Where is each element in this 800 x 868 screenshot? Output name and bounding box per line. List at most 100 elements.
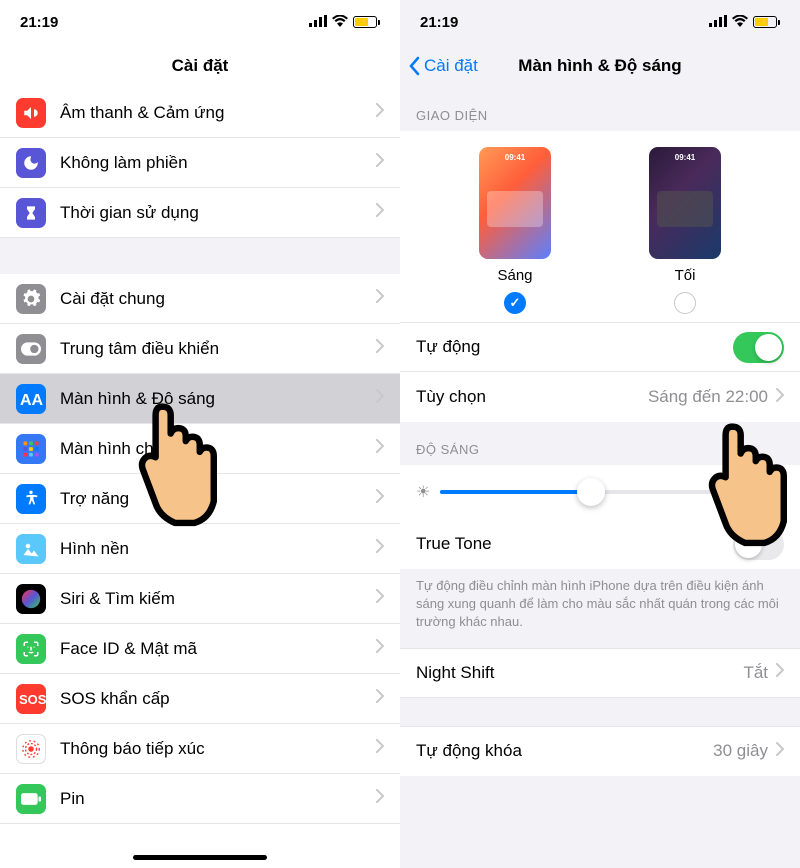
sun-small-icon: ☀ <box>416 482 430 502</box>
appearance-light-option[interactable]: 09:41 Sáng <box>479 147 551 314</box>
sos-icon: SOS <box>16 684 46 714</box>
light-radio[interactable] <box>504 292 526 314</box>
chevron-right-icon <box>376 103 384 122</box>
row-label: Không làm phiền <box>60 153 376 173</box>
home-indicator <box>133 855 267 860</box>
nav-bar: Cài đặt Màn hình & Độ sáng <box>400 44 800 88</box>
appearance-dark-option[interactable]: 09:41 Tối <box>649 147 721 314</box>
chevron-right-icon <box>376 339 384 358</box>
faceid-icon <box>16 634 46 664</box>
row-label: Màn hình & Độ sáng <box>60 389 376 409</box>
truetone-toggle[interactable] <box>733 529 784 560</box>
chevron-right-icon <box>376 389 384 408</box>
options-value: Sáng đến 22:00 <box>648 387 768 407</box>
signal-icon <box>309 14 327 31</box>
chevron-right-icon <box>376 539 384 558</box>
moon-icon <box>16 148 46 178</box>
row-label: Face ID & Mật mã <box>60 639 376 659</box>
sun-large-icon: ☀ <box>764 479 784 505</box>
access-icon <box>16 484 46 514</box>
chevron-right-icon <box>376 289 384 308</box>
wifi-icon <box>332 14 348 31</box>
battery-icon: ⚡ <box>753 16 780 28</box>
page-title: Màn hình & Độ sáng <box>518 56 681 76</box>
hourglass-icon <box>16 198 46 228</box>
row-label: Hình nền <box>60 539 376 559</box>
settings-row-hourglass[interactable]: Thời gian sử dụng <box>0 188 400 238</box>
row-label: Siri & Tìm kiếm <box>60 589 376 609</box>
brightness-slider-row: ☀ ☀ <box>400 465 800 519</box>
row-label: Trung tâm điều khiển <box>60 339 376 359</box>
row-label: Pin <box>60 789 376 809</box>
settings-row-sound[interactable]: Âm thanh & Cảm ứng <box>0 88 400 138</box>
dark-label: Tối <box>675 267 696 284</box>
autolock-row[interactable]: Tự động khóa 30 giây <box>400 726 800 776</box>
row-label: Thông báo tiếp xúc <box>60 739 376 759</box>
settings-row-moon[interactable]: Không làm phiền <box>0 138 400 188</box>
settings-row-grid[interactable]: Màn hình chính <box>0 424 400 474</box>
truetone-row: True Tone <box>400 519 800 569</box>
grid-icon <box>16 434 46 464</box>
chevron-right-icon <box>376 489 384 508</box>
appearance-selector: 09:41 Sáng 09:41 Tối <box>400 131 800 322</box>
chevron-right-icon <box>376 739 384 758</box>
back-button[interactable]: Cài đặt <box>408 56 478 76</box>
row-label: Trợ năng <box>60 489 376 509</box>
chevron-right-icon <box>776 663 784 682</box>
settings-list: Âm thanh & Cảm ứng Không làm phiền Thời … <box>0 88 400 824</box>
options-label: Tùy chọn <box>416 387 648 407</box>
settings-row-sos[interactable]: SOS SOS khẩn cấp <box>0 674 400 724</box>
sound-icon <box>16 98 46 128</box>
settings-row-battery[interactable]: Pin <box>0 774 400 824</box>
settings-row-siri[interactable]: Siri & Tìm kiếm <box>0 574 400 624</box>
row-label: Thời gian sử dụng <box>60 203 376 223</box>
light-label: Sáng <box>497 267 532 284</box>
wifi-icon <box>732 14 748 31</box>
gear-icon <box>16 284 46 314</box>
row-label: Âm thanh & Cảm ứng <box>60 103 376 123</box>
page-title: Cài đặt <box>172 56 229 76</box>
autolock-value: 30 giây <box>713 741 768 761</box>
automatic-row: Tự động <box>400 322 800 372</box>
settings-row-faceid[interactable]: Face ID & Mật mã <box>0 624 400 674</box>
slider-thumb[interactable] <box>577 478 605 506</box>
settings-row-exposure[interactable]: Thông báo tiếp xúc <box>0 724 400 774</box>
automatic-label: Tự động <box>416 337 733 357</box>
svg-text:SOS: SOS <box>19 692 46 707</box>
automatic-toggle[interactable] <box>733 332 784 363</box>
row-label: Màn hình chính <box>60 439 376 459</box>
settings-row-access[interactable]: Trợ năng <box>0 474 400 524</box>
settings-row-gear[interactable]: Cài đặt chung <box>0 274 400 324</box>
nightshift-value: Tắt <box>743 663 768 683</box>
svg-text:AA: AA <box>20 392 44 409</box>
brightness-slider[interactable] <box>440 490 754 494</box>
signal-icon <box>709 14 727 31</box>
battery-icon: ⚡ <box>353 16 380 28</box>
settings-row-toggle[interactable]: Trung tâm điều khiển <box>0 324 400 374</box>
dark-radio[interactable] <box>674 292 696 314</box>
wallpaper-icon <box>16 534 46 564</box>
chevron-right-icon <box>376 203 384 222</box>
nav-bar: Cài đặt <box>0 44 400 88</box>
section-header-appearance: GIAO DIỆN <box>400 88 800 131</box>
light-preview-icon: 09:41 <box>479 147 551 259</box>
settings-row-aa[interactable]: AA Màn hình & Độ sáng <box>0 374 400 424</box>
display-brightness-screen: 21:19 ⚡ Cài đặt Màn hình & Độ sáng GIAO … <box>400 0 800 868</box>
chevron-right-icon <box>376 789 384 808</box>
options-row[interactable]: Tùy chọn Sáng đến 22:00 <box>400 372 800 422</box>
toggle-icon <box>16 334 46 364</box>
battery-icon <box>16 784 46 814</box>
nightshift-label: Night Shift <box>416 663 743 683</box>
section-header-brightness: ĐỘ SÁNG <box>400 422 800 465</box>
chevron-right-icon <box>376 689 384 708</box>
status-bar: 21:19 ⚡ <box>400 0 800 44</box>
chevron-right-icon <box>776 742 784 761</box>
settings-row-wallpaper[interactable]: Hình nền <box>0 524 400 574</box>
autolock-label: Tự động khóa <box>416 741 713 761</box>
settings-screen: 21:19 ⚡ Cài đặt Âm thanh & Cảm ứng Không… <box>0 0 400 868</box>
status-bar: 21:19 ⚡ <box>0 0 400 44</box>
truetone-footer: Tự động điều chỉnh màn hình iPhone dựa t… <box>400 569 800 648</box>
nightshift-row[interactable]: Night Shift Tắt <box>400 648 800 698</box>
dark-preview-icon: 09:41 <box>649 147 721 259</box>
siri-icon <box>16 584 46 614</box>
